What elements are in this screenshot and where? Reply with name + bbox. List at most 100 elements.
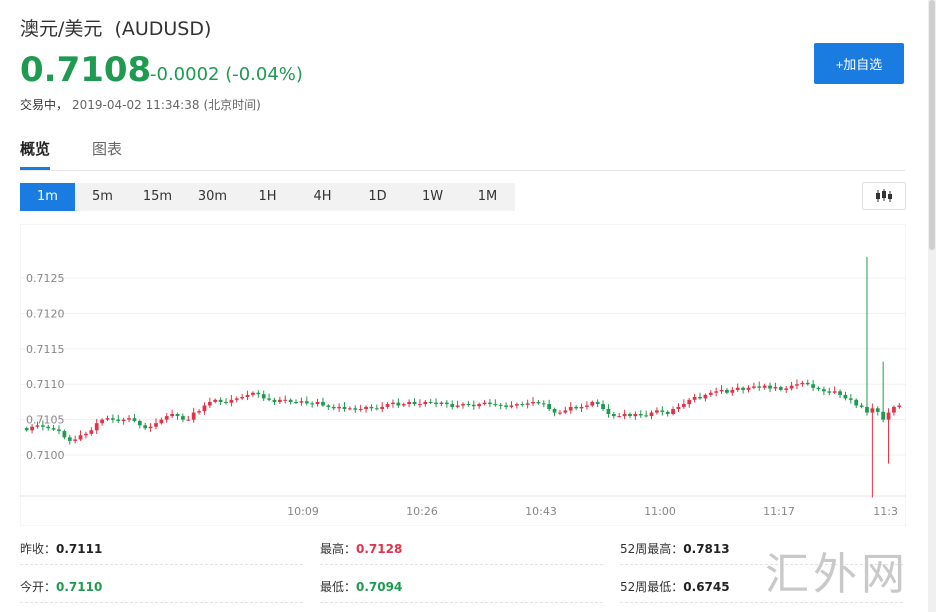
period-1d[interactable]: 1D — [350, 183, 405, 211]
candle-body — [606, 409, 611, 414]
candle-body — [245, 394, 250, 397]
period-4h[interactable]: 4H — [295, 183, 350, 211]
candle-body — [848, 398, 853, 400]
candle-body — [558, 412, 562, 414]
period-1w[interactable]: 1W — [405, 183, 460, 211]
candle-body — [563, 410, 568, 413]
candle-body — [681, 404, 686, 407]
candle-body — [638, 413, 643, 416]
candle-body — [30, 426, 34, 431]
candle-body — [24, 428, 29, 431]
candle-body — [461, 404, 465, 406]
candle-body — [725, 389, 729, 393]
period-15m[interactable]: 15m — [130, 183, 185, 211]
price-change: -0.0002 (-0.04%) — [150, 64, 303, 85]
candle-body — [719, 389, 724, 392]
candle-body — [471, 404, 476, 407]
stat-label: 52周最低： — [620, 580, 684, 594]
x-tick-label: 11:00 — [644, 505, 676, 518]
candle-body — [418, 404, 422, 406]
candle-body — [207, 401, 212, 406]
candle-body — [617, 416, 622, 418]
candle-body — [283, 399, 288, 401]
candle-body — [110, 418, 115, 420]
candle-body — [326, 405, 331, 407]
candle-body — [159, 419, 164, 424]
candle-body — [660, 410, 665, 412]
y-tick-label: 0.7120 — [26, 307, 65, 320]
candle-body — [536, 401, 541, 404]
candle-body — [805, 382, 810, 385]
candle-body — [364, 406, 368, 410]
stat-label: 昨收： — [20, 542, 57, 556]
candle-body — [585, 405, 589, 407]
candle-body — [875, 408, 880, 412]
candle-body — [310, 403, 315, 405]
x-tick-label: 10:26 — [406, 505, 438, 518]
candle-body — [277, 399, 282, 402]
x-tick-label: 10:43 — [525, 505, 557, 518]
candle-body — [838, 391, 842, 395]
candle-body — [633, 413, 638, 417]
candle-body — [590, 401, 595, 406]
candle-body — [407, 401, 412, 405]
candle-body — [816, 387, 821, 390]
y-tick-label: 0.7105 — [26, 414, 65, 427]
candle-body — [552, 409, 557, 413]
add-watchlist-button[interactable]: +加自选 — [814, 43, 904, 84]
y-tick-label: 0.7110 — [26, 378, 65, 391]
candle-body — [288, 399, 293, 402]
status-time: 2019-04-02 11:34:38 — [72, 98, 200, 112]
candle-body — [892, 406, 896, 413]
candle-body — [428, 401, 433, 403]
period-1m[interactable]: 1m — [20, 183, 75, 211]
period-1h[interactable]: 1H — [240, 183, 295, 211]
candle-body — [525, 403, 530, 405]
y-tick-label: 0.7115 — [26, 343, 65, 356]
period-1mo[interactable]: 1M — [460, 183, 515, 211]
chart-frame — [20, 224, 906, 526]
candle-body — [342, 406, 347, 410]
stat-label: 最高： — [320, 542, 357, 556]
candle-body — [843, 394, 848, 399]
candle-body — [784, 388, 789, 390]
tab-bar: 概览 图表 — [20, 138, 905, 171]
candle-body — [822, 389, 826, 392]
candle-body — [423, 401, 428, 405]
candle-body — [832, 391, 837, 393]
candle-body — [315, 401, 320, 405]
candle-body — [649, 412, 654, 417]
candle-body — [234, 398, 239, 400]
period-5m[interactable]: 5m — [75, 183, 130, 211]
chart-type-button[interactable] — [862, 182, 906, 210]
candle-body — [202, 405, 207, 412]
candle-body — [175, 413, 180, 417]
candle-body — [337, 406, 341, 409]
candle-body — [181, 416, 185, 420]
candle-body — [261, 394, 266, 399]
status-label: 交易中， — [20, 98, 69, 112]
candle-body — [170, 413, 175, 417]
candle-body — [514, 404, 519, 406]
trading-status: 交易中， 2019-04-02 11:34:38 (北京时间) — [20, 96, 265, 113]
candle-body — [116, 419, 121, 422]
candle-body — [105, 418, 110, 420]
candle-body — [62, 430, 67, 438]
candle-body — [477, 404, 482, 407]
candle-body — [735, 387, 740, 390]
candle-body — [531, 401, 535, 404]
candle-body — [251, 392, 255, 395]
price-chart[interactable]: 0.7125 0.7120 0.7115 0.7110 0.7105 0.7100 10:… — [20, 224, 906, 526]
candle-body — [493, 404, 498, 406]
tab-overview[interactable]: 概览 — [20, 138, 51, 170]
candle-body — [229, 399, 234, 403]
candle-body — [628, 413, 632, 417]
period-30m[interactable]: 30m — [185, 183, 240, 211]
y-tick-label: 0.7125 — [26, 272, 65, 285]
candle-body — [455, 405, 460, 407]
candle-body — [859, 405, 864, 407]
scrollbar-thumb[interactable] — [929, 0, 935, 250]
stat-label: 今开： — [20, 580, 57, 594]
candle-body — [568, 406, 573, 411]
tab-chart[interactable]: 图表 — [92, 138, 122, 167]
